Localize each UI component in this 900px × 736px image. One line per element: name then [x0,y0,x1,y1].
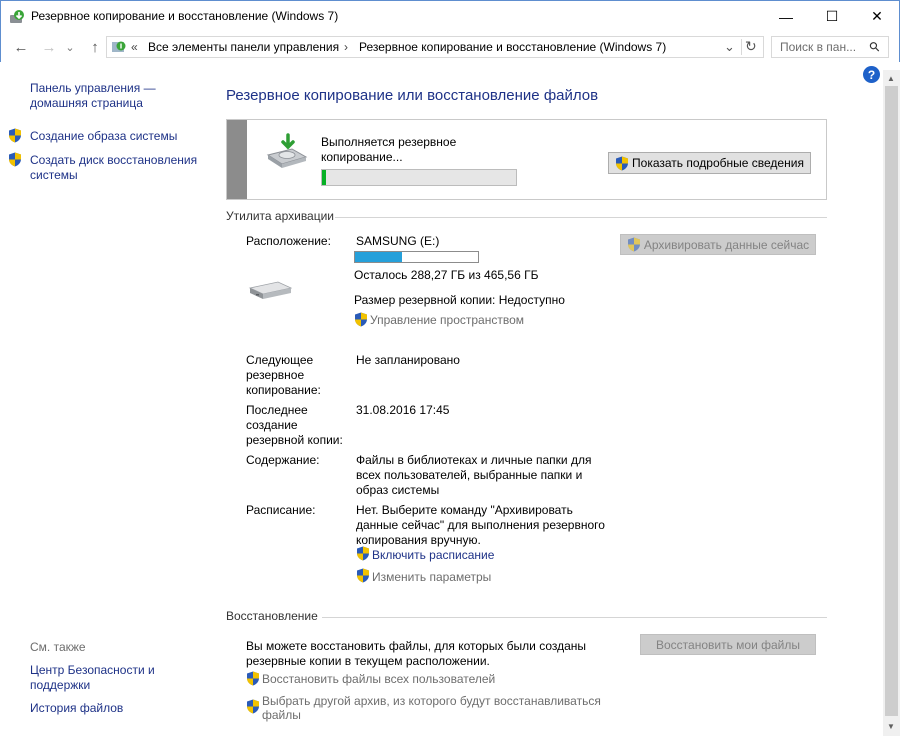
backup-drive-icon [266,133,308,168]
search-box[interactable]: Поиск в пан... ⚲ [771,36,889,58]
uac-shield-icon [9,152,21,167]
backup-section-heading: Утилита архивации [226,209,335,223]
sidebar-item-security-center[interactable]: Центр Безопасности и поддержки [30,663,170,693]
backup-now-button[interactable]: Архивировать данные сейчас [620,234,816,255]
drive-name: SAMSUNG (E:) [356,234,440,248]
uac-shield-icon [9,128,21,143]
window-title: Резервное копирование и восстановление (… [31,9,339,23]
next-backup-value: Не запланировано [356,353,460,367]
uac-shield-icon [627,237,640,252]
maximize-button[interactable]: ☐ [809,1,855,32]
uac-shield-icon [357,546,369,561]
search-icon[interactable]: ⚲ [866,38,884,56]
sidebar-item-create-image[interactable]: Создание образа системы [30,129,177,144]
show-details-button[interactable]: Показать подробные сведения [608,152,811,174]
external-drive-icon [248,281,292,299]
show-details-label: Показать подробные сведения [632,156,804,170]
address-bar[interactable]: « Все элементы панели управления › Резер… [106,36,764,58]
restore-section-heading: Восстановление [226,609,318,623]
title-bar: Резервное копирование и восстановление (… [0,0,900,32]
uac-shield-icon [355,312,367,327]
location-label: Расположение: [246,234,331,248]
next-backup-label: Следующее резервное копирование: [246,353,321,397]
drive-capacity-bar [354,251,479,263]
address-dropdown-icon[interactable]: ⌄ [724,39,735,55]
backup-app-icon [10,10,24,23]
page-title: Резервное копирование или восстановление… [226,87,599,104]
restore-description: Вы можете восстановить файлы, для которы… [246,639,587,668]
backup-now-label: Архивировать данные сейчас [643,237,810,252]
breadcrumb-item-all-items[interactable]: Все элементы панели управления [148,40,339,54]
address-divider [741,39,742,55]
breadcrumb-overflow[interactable]: « [131,40,138,54]
search-placeholder: Поиск в пан... [780,40,857,54]
see-also-heading: См. также [30,640,86,654]
scroll-down-arrow-icon[interactable]: ▼ [887,722,895,731]
minimize-button[interactable]: — [763,1,809,32]
select-other-backup-link[interactable]: Выбрать другой архив, из которого будут … [262,694,602,722]
uac-shield-icon [357,568,369,583]
section-divider [322,617,827,618]
uac-shield-icon [247,699,259,714]
restore-my-files-button[interactable]: Восстановить мои файлы [640,634,816,655]
last-backup-label: Последнее создание резервной копии: [246,403,343,447]
sidebar-home-link[interactable]: Панель управления — домашняя страница [30,81,170,111]
refresh-icon[interactable]: ↻ [745,38,757,55]
back-arrow-icon[interactable]: ← [11,37,31,57]
breadcrumb-separator[interactable]: › [344,40,348,54]
uac-shield-icon [247,671,259,686]
scroll-up-arrow-icon[interactable]: ▲ [887,74,895,83]
navigation-bar: ← → ⌄ ↑ « Все элементы панели управления… [0,32,900,62]
help-icon[interactable]: ? [863,66,880,83]
enable-schedule-link[interactable]: Включить расписание [372,548,494,562]
restore-all-users-link[interactable]: Восстановить файлы всех пользователей [262,672,495,686]
backup-progress-fill [322,170,326,185]
section-divider [335,217,827,218]
manage-space-link[interactable]: Управление пространством [370,313,524,327]
up-arrow-icon[interactable]: ↑ [85,37,105,57]
recent-locations-icon[interactable]: ⌄ [63,37,77,57]
schedule-label: Расписание: [246,503,316,517]
contents-label: Содержание: [246,453,320,467]
free-space-text: Осталось 288,27 ГБ из 465,56 ГБ [354,268,539,282]
panel-strip [227,120,247,199]
close-button[interactable]: ✕ [854,1,900,32]
control-panel-icon [112,41,126,52]
contents-value: Файлы в библиотеках и личные папки для в… [356,453,592,497]
change-settings-link[interactable]: Изменить параметры [372,570,491,584]
sidebar-item-recovery-disc[interactable]: Создать диск восстановления системы [30,153,200,183]
vertical-scrollbar[interactable]: ▲ ▼ [883,70,900,736]
sidebar-item-file-history[interactable]: История файлов [30,701,123,716]
drive-capacity-fill [355,252,402,262]
backup-size-text: Размер резервной копии: Недоступно [354,293,565,307]
backup-progress-bar [321,169,517,186]
schedule-value: Нет. Выберите команду "Архивировать данн… [356,503,605,547]
uac-shield-icon [616,156,629,170]
backup-status-text: Выполняется резервное копирование... [321,135,457,164]
last-backup-value: 31.08.2016 17:45 [356,403,450,417]
breadcrumb-item-backup[interactable]: Резервное копирование и восстановление (… [359,40,666,54]
scrollbar-thumb[interactable] [885,86,898,716]
forward-arrow-icon[interactable]: → [39,37,59,57]
